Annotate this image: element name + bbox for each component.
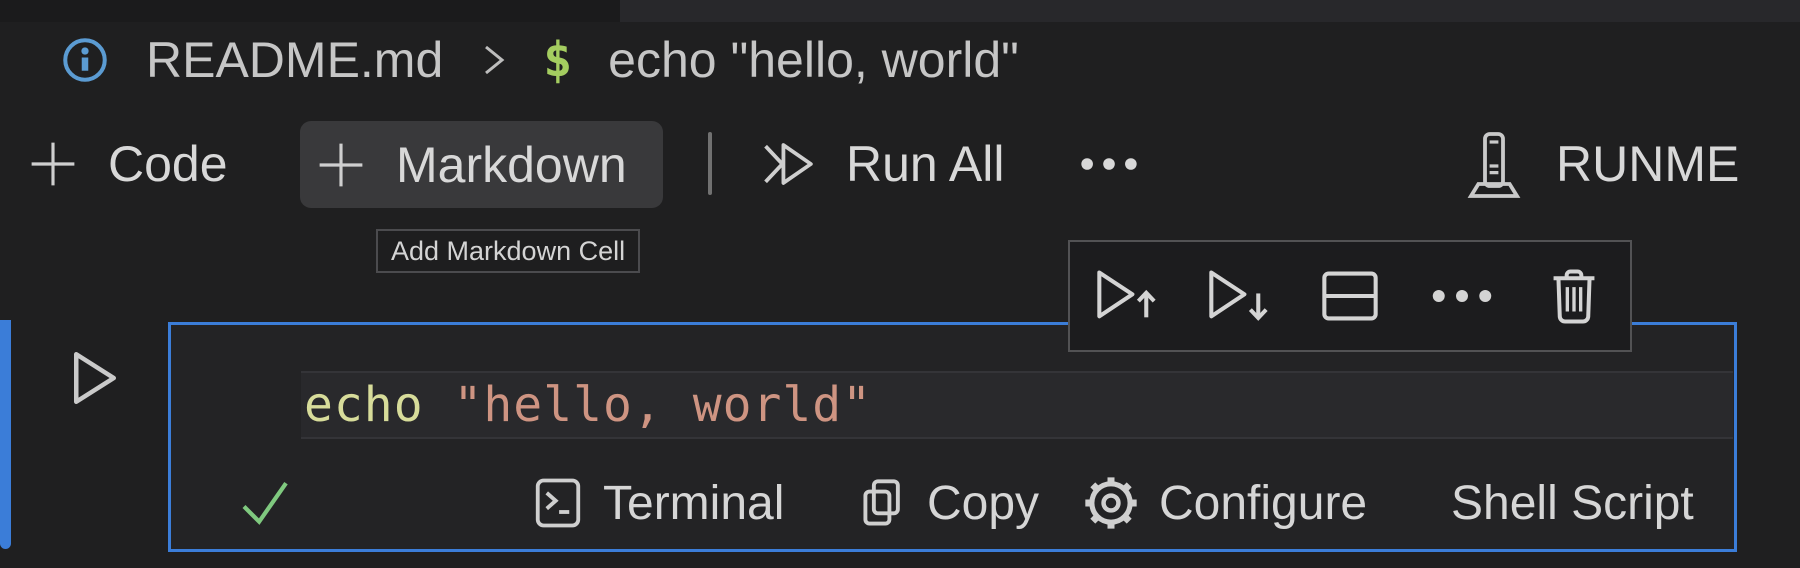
statusbar-terminal-button[interactable]: Terminal (533, 471, 784, 535)
run-all-icon (764, 143, 813, 185)
copy-icon (863, 479, 900, 526)
add-code-cell-button[interactable]: Code (26, 118, 228, 210)
plus-icon (319, 143, 363, 186)
play-icon (74, 352, 116, 404)
add-code-label: Code (108, 136, 228, 192)
run-all-button[interactable]: Run All (760, 118, 1004, 210)
notebook-editor: README.md $ echo "hello, world" Code Mar… (0, 0, 1800, 568)
ellipsis-icon (1081, 158, 1137, 170)
notebook-toolbar: Code Markdown Run All RUNME (0, 118, 1800, 210)
cell-code-editor[interactable]: echo "hello, world" (304, 377, 872, 433)
split-cell-icon (1322, 271, 1378, 321)
statusbar-language-picker[interactable]: Shell Script (1451, 471, 1694, 535)
runme-brand-label: RUNME (1556, 136, 1740, 192)
toolbar-separator (708, 132, 712, 195)
cell-more-actions-button[interactable] (1429, 263, 1495, 329)
language-label: Shell Script (1451, 476, 1694, 530)
add-markdown-label: Markdown (396, 136, 627, 193)
chevron-right-icon (485, 45, 505, 75)
copy-label: Copy (927, 476, 1040, 530)
gear-icon (1085, 477, 1137, 529)
cell-statusbar: Terminal Copy Configure Shell Script (171, 469, 1734, 549)
run-cell-button[interactable] (64, 344, 126, 412)
info-icon[interactable] (62, 37, 108, 83)
tooltip-text: Add Markdown Cell (391, 235, 626, 266)
run-above-icon (1097, 270, 1156, 319)
run-all-label: Run All (846, 136, 1005, 192)
execute-cell-and-below-button[interactable] (1205, 263, 1271, 329)
terminal-label: Terminal (603, 476, 785, 530)
runme-kernel-button[interactable]: RUNME (1462, 118, 1739, 210)
add-markdown-tooltip: Add Markdown Cell (376, 229, 641, 273)
runme-logo-icon (1467, 132, 1521, 198)
code-token-keyword: echo (304, 377, 454, 433)
ellipsis-icon (1432, 290, 1492, 302)
active-tab-region (0, 0, 620, 22)
configure-label: Configure (1159, 476, 1368, 530)
editor-tab-strip (0, 0, 1800, 22)
execute-above-cells-button[interactable] (1093, 263, 1159, 329)
cell-action-toolbar (1068, 240, 1632, 352)
cell-success-indicator (237, 471, 293, 535)
breadcrumb-cell-command[interactable]: echo "hello, world" (608, 31, 1019, 89)
shell-prompt-icon: $ (543, 32, 573, 88)
code-cell[interactable]: echo "hello, world" Terminal Copy Config… (168, 322, 1737, 552)
check-icon (242, 481, 288, 525)
add-markdown-cell-button[interactable]: Markdown (300, 121, 663, 208)
delete-cell-button[interactable] (1541, 263, 1607, 329)
run-below-icon (1209, 270, 1268, 321)
statusbar-configure-button[interactable]: Configure (1083, 471, 1367, 535)
trash-icon (1553, 269, 1595, 324)
terminal-icon (535, 478, 581, 528)
statusbar-copy-button[interactable]: Copy (859, 471, 1039, 535)
focused-cell-indicator-bar (0, 320, 11, 549)
plus-icon (31, 142, 75, 186)
breadcrumb-file-name[interactable]: README.md (146, 31, 443, 89)
breadcrumb: README.md $ echo "hello, world" (62, 32, 1019, 88)
toolbar-more-actions-button[interactable] (1080, 118, 1138, 210)
code-token-string: "hello, world" (453, 377, 873, 433)
split-cell-button[interactable] (1317, 263, 1383, 329)
